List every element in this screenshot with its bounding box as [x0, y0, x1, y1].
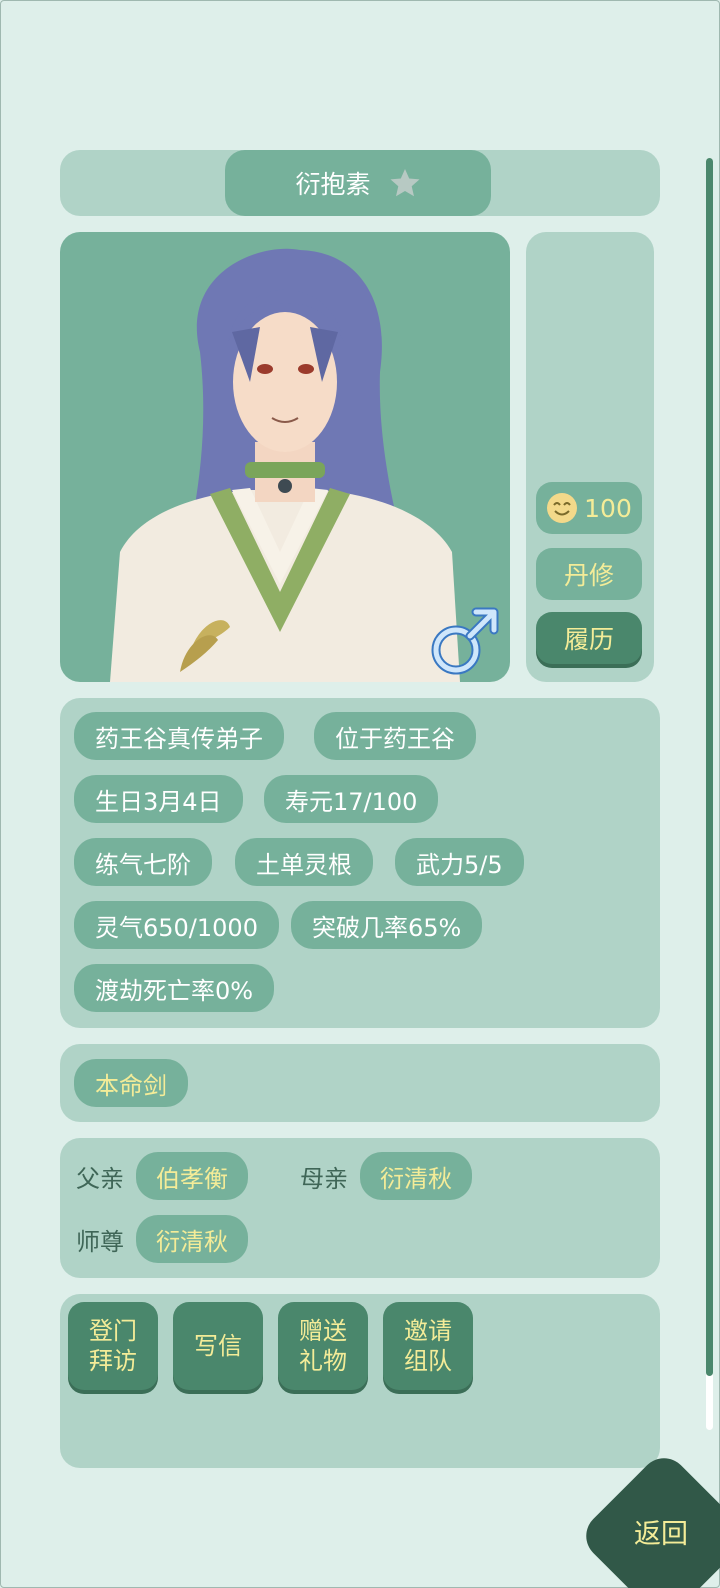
write-letter-button[interactable]: 写信 [173, 1302, 263, 1390]
give-gift-button[interactable]: 赠送 礼物 [278, 1302, 368, 1390]
invite-team-button[interactable]: 邀请 组队 [383, 1302, 473, 1390]
father-name-tag[interactable]: 伯孝衡 [136, 1152, 248, 1200]
weapon-panel: 本命剑 [60, 1044, 660, 1122]
visit-button-line2: 拜访 [89, 1347, 137, 1375]
actions-panel: 登门 拜访 写信 赠送 礼物 邀请 组队 [60, 1294, 660, 1468]
attribute-tag: 药王谷真传弟子 [74, 712, 284, 760]
star-icon[interactable] [389, 167, 421, 199]
attribute-tag: 位于药王谷 [314, 712, 476, 760]
character-name: 衍抱素 [295, 170, 371, 199]
attribute-tag: 土单灵根 [235, 838, 373, 886]
attribute-tag: 武力5/5 [395, 838, 524, 886]
attribute-tag: 突破几率65% [291, 901, 483, 949]
attribute-tag: 练气七阶 [74, 838, 212, 886]
father-label: 父亲 [76, 1164, 124, 1193]
mood-value: 100 [584, 493, 632, 523]
scrollbar-thumb[interactable] [706, 158, 713, 1376]
profession-button[interactable]: 丹修 [536, 548, 642, 600]
mother-label: 母亲 [300, 1164, 348, 1193]
visit-button[interactable]: 登门 拜访 [68, 1302, 158, 1390]
name-header: 衍抱素 [60, 150, 660, 216]
master-label: 师尊 [76, 1227, 124, 1256]
attribute-tag: 生日3月4日 [74, 775, 243, 823]
write-letter-label: 写信 [194, 1332, 242, 1360]
back-button[interactable]: 返回 [576, 1448, 720, 1588]
male-symbol-icon [428, 602, 504, 678]
scrollbar[interactable] [706, 158, 713, 1430]
master-name-tag[interactable]: 衍清秋 [136, 1215, 248, 1263]
attributes-panel: 药王谷真传弟子 位于药王谷 生日3月4日 寿元17/100 练气七阶 土单灵根 … [60, 698, 660, 1028]
visit-button-line1: 登门 [89, 1317, 137, 1345]
relations-panel: 父亲 伯孝衡 母亲 衍清秋 师尊 衍清秋 [60, 1138, 660, 1278]
side-panel: 100 丹修 履历 [526, 232, 654, 682]
character-portrait [60, 232, 510, 682]
invite-team-line2: 组队 [404, 1347, 452, 1375]
give-gift-line2: 礼物 [299, 1347, 347, 1375]
resume-button[interactable]: 履历 [536, 612, 642, 664]
attribute-tag: 寿元17/100 [264, 775, 439, 823]
mood-indicator[interactable]: 100 [536, 482, 642, 534]
attribute-tag: 渡劫死亡率0% [74, 964, 275, 1012]
mother-name-tag[interactable]: 衍清秋 [360, 1152, 472, 1200]
invite-team-line1: 邀请 [404, 1317, 452, 1345]
give-gift-line1: 赠送 [299, 1317, 347, 1345]
attribute-tag: 灵气650/1000 [74, 901, 279, 949]
name-pill: 衍抱素 [225, 150, 491, 216]
smiling-face-icon [546, 492, 578, 524]
back-button-label: 返回 [634, 1519, 688, 1550]
natal-sword-tag[interactable]: 本命剑 [74, 1059, 188, 1107]
